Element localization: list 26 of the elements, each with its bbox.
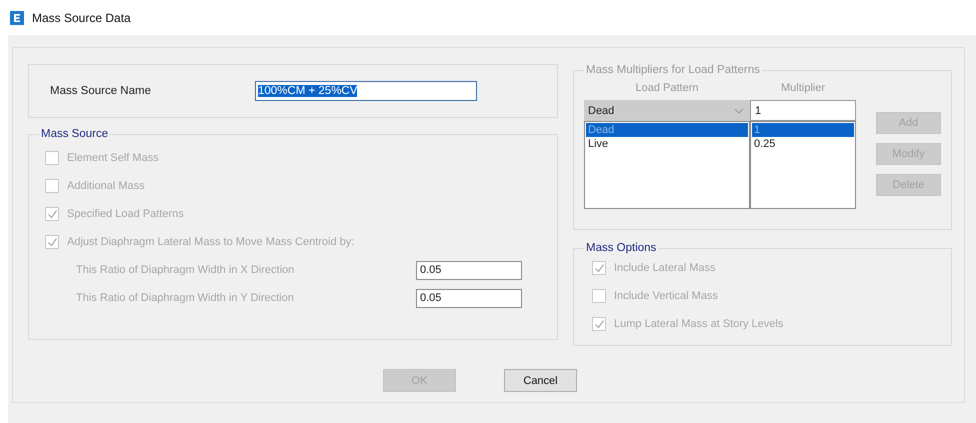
checkbox-label: Element Self Mass xyxy=(67,152,159,164)
group-title: Mass Multipliers for Load Patterns xyxy=(585,64,761,76)
name-field[interactable]: 100%CM + 25%CV xyxy=(255,81,477,101)
checkbox-label: Adjust Diaphragm Lateral Mass to Move Mass Centroid by: xyxy=(67,236,354,248)
field-label: Mass Source Name xyxy=(50,85,152,97)
load-pattern-dropdown[interactable]: Dead xyxy=(584,100,750,121)
group-title: Mass Source xyxy=(40,128,110,140)
checkbox-label: Include Vertical Mass xyxy=(614,290,718,302)
list-item[interactable]: Live xyxy=(586,137,748,151)
ratio-field[interactable]: 0.05 xyxy=(416,260,522,280)
app-logo-icon xyxy=(10,10,24,24)
window-title: Mass Source Data xyxy=(32,10,131,24)
checkbox-label: Include Lateral Mass xyxy=(614,262,716,274)
cancel-button[interactable]: Cancel xyxy=(504,369,577,392)
multiplier-field[interactable]: 1 xyxy=(750,100,856,121)
group-title: Mass Options xyxy=(585,242,658,254)
field-label: This Ratio of Diaphragm Width in X Direction xyxy=(76,264,296,276)
chevron-down-icon xyxy=(734,108,744,114)
list-item[interactable]: 0.25 xyxy=(752,137,854,151)
ratio-field[interactable]: 0.05 xyxy=(416,288,522,308)
checkbox-label: Specified Load Patterns xyxy=(67,208,184,220)
field-label: This Ratio of Diaphragm Width in Y Direction xyxy=(76,292,295,304)
column-header: Load Pattern xyxy=(634,82,700,94)
column-header: Multiplier xyxy=(780,82,826,94)
checkbox-label: Lump Lateral Mass at Story Levels xyxy=(614,318,784,330)
checkbox-label: Additional Mass xyxy=(67,180,145,192)
